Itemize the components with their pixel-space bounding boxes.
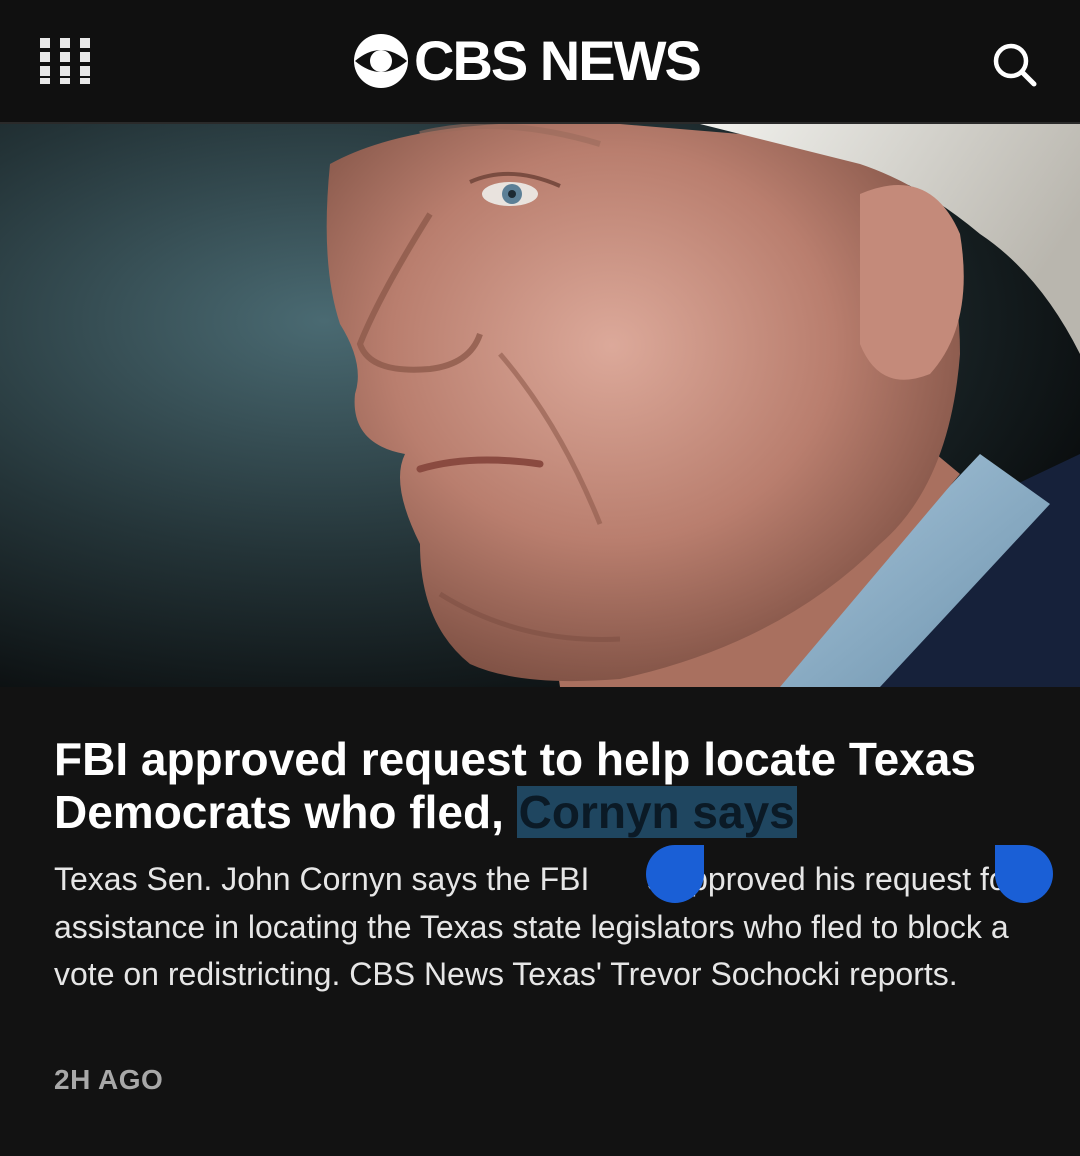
- menu-dot: [40, 78, 50, 84]
- menu-dot: [60, 66, 70, 76]
- menu-dot: [40, 66, 50, 76]
- selected-text[interactable]: Cornyn says: [516, 786, 797, 838]
- menu-dot: [80, 52, 90, 62]
- article-summary[interactable]: Texas Sen. John Cornyn says the FBI s app…: [54, 856, 1044, 999]
- menu-dot: [80, 66, 90, 76]
- selection-handle-end[interactable]: [995, 845, 1053, 903]
- logo-text: CBS NEWS: [414, 29, 702, 92]
- hero-photo[interactable]: [0, 124, 1080, 687]
- menu-dot: [60, 52, 70, 62]
- menu-dot: [40, 52, 50, 62]
- menu-dot: [60, 78, 70, 84]
- selection-handle-start[interactable]: [646, 845, 704, 903]
- article-headline[interactable]: FBI approved request to help locate Texa…: [54, 733, 1044, 839]
- menu-dot: [40, 38, 50, 48]
- top-app-bar: CBS NEWS: [0, 0, 1080, 124]
- grid-menu-icon[interactable]: [40, 38, 90, 88]
- menu-dot: [80, 38, 90, 48]
- cbs-eye-icon: [354, 34, 408, 88]
- headline-text: FBI approved request to help locate Texa…: [54, 733, 976, 838]
- search-icon[interactable]: [988, 38, 1040, 90]
- menu-dot: [80, 78, 90, 84]
- cbs-news-logo[interactable]: CBS NEWS: [352, 29, 702, 92]
- article-timestamp: 2H AGO: [54, 1064, 164, 1095]
- summary-text-part1: Texas Sen. John Cornyn says the FBI: [54, 861, 590, 897]
- menu-dot: [60, 38, 70, 48]
